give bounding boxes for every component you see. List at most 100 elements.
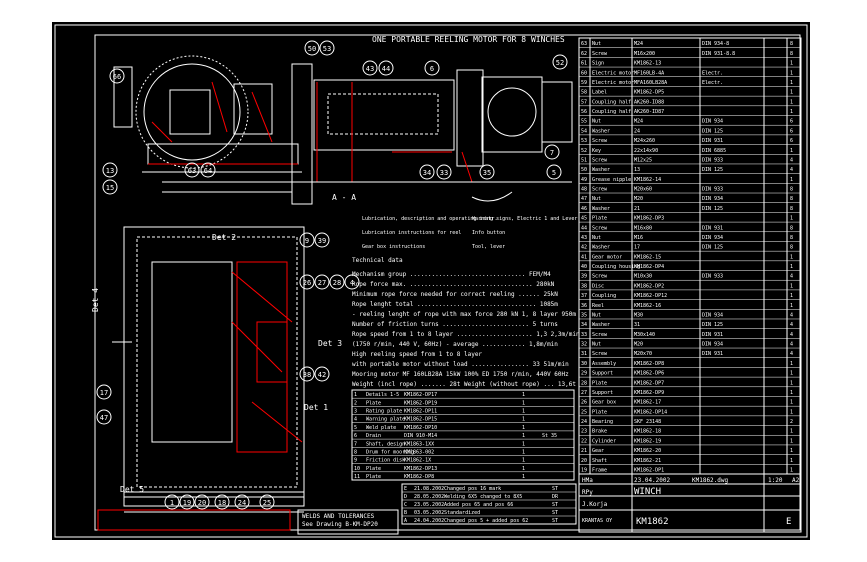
bom-right-cell: Key — [592, 148, 601, 154]
bom-right-cell: 23 — [581, 429, 587, 435]
base-frame — [147, 143, 299, 165]
drawing-sheet: 50 53 43 44 6 52 66 7 5 13 15 63 64 34 3… — [52, 22, 810, 540]
bom-lower-cell: KM1862-DP10 — [404, 425, 437, 431]
bom-lower-cell: KM1862-1X — [404, 458, 431, 464]
det1-label: Det 1 — [304, 403, 328, 412]
bom-right-cell: Plate — [592, 409, 607, 415]
balloon-34-label: 34 — [423, 169, 431, 177]
bom-lower-cell: Weld plate — [366, 425, 396, 431]
bom-right-cell: Label — [592, 90, 607, 96]
balloon-6: 6 — [424, 60, 440, 76]
bom-lower-cell: 1 — [522, 409, 525, 415]
bom-right-cell: Nut — [592, 235, 601, 241]
revision-cell: 24.04.2002 — [414, 518, 444, 524]
balloon-13-label: 13 — [106, 167, 114, 175]
bom-right-cell: Screw — [592, 225, 608, 231]
bom-right-cell: M24 — [634, 119, 643, 125]
bom-right-cell: 19 — [581, 468, 587, 474]
bom-lower-cell: 10 — [354, 466, 360, 472]
bom-right-cell: 4 — [790, 157, 793, 163]
bom-right-cell: KM1862-16 — [634, 303, 661, 309]
bom-right-cell: M20x70 — [634, 351, 652, 357]
balloon-7-label: 7 — [550, 149, 554, 157]
balloon-9-label: 9 — [305, 237, 309, 245]
bom-right-cell: DIN 125 — [702, 167, 723, 173]
bom-right-cell: 4 — [790, 342, 793, 348]
bom-lower-cell: Warning plate — [366, 417, 405, 423]
bom-right-cell: Plate — [592, 216, 607, 222]
bom-right-cell: Frame — [592, 468, 607, 474]
bom-lower-cell: KM1863-002 — [404, 449, 434, 455]
tech-line-3: Rope lenght total ......................… — [352, 301, 558, 308]
gear-outline — [135, 55, 249, 169]
bom-right-cell: 1 — [790, 80, 793, 86]
bom-right-cell: Sign — [592, 61, 604, 67]
drum-inner — [327, 93, 439, 135]
balloon-63-label: 63 — [188, 167, 196, 175]
bom-right-cell: Screw — [592, 274, 608, 280]
bom-right-cell: 46 — [581, 206, 587, 212]
bom-right-cell: Washer — [592, 206, 610, 212]
bom-right-cell: M16x200 — [634, 51, 655, 57]
bom-right-cell: Electric motor — [592, 70, 634, 76]
bom-right-cell: KM1862-20 — [634, 448, 661, 454]
bom-right-cell: 31 — [581, 351, 587, 357]
bom-right-cell: AK260-ID88 — [634, 99, 664, 105]
section-plate — [291, 63, 313, 205]
bom-right-cell: 37 — [581, 293, 587, 299]
bom-right-cell: 1 — [790, 400, 793, 406]
bom-right-cell: 1 — [790, 90, 793, 96]
balloon-13: 13 — [102, 162, 118, 178]
bom-lower-cell: 3 — [354, 409, 357, 415]
title-block: HMa 23.04.2002 KM1862.dwg 1:20 A2 RPy WI… — [578, 473, 802, 533]
bom-right-cell: DIN 931 — [702, 351, 723, 357]
bom-right-cell: 22x14x90 — [634, 148, 658, 154]
tb-scale: 1:20 — [768, 477, 783, 484]
revision-cell: DR — [552, 494, 559, 500]
revision-cell: ST — [552, 518, 558, 524]
balloon-47-label: 47 — [100, 414, 108, 422]
bom-right-cell: KM1862-15 — [634, 254, 661, 260]
bom-right-cell: 4 — [790, 274, 793, 280]
reel-gear — [487, 87, 537, 137]
bom-right-cell: 1 — [790, 264, 793, 270]
front-frame — [123, 226, 305, 498]
bom-lower-cell: DIN 910-M14 — [404, 433, 437, 439]
det3-label: Det 3 — [318, 339, 342, 348]
bom-right-cell: 39 — [581, 274, 587, 280]
bom-right-cell: 41 — [581, 254, 587, 260]
balloon-42-label: 42 — [318, 371, 326, 379]
tb-company: KRANTAS OY — [582, 518, 612, 524]
bom-lower-cell: St 35 — [542, 433, 557, 439]
front-drum — [151, 261, 233, 443]
balloon-1-label: 1 — [170, 499, 174, 507]
technical-data: Technical data Mechanism group .........… — [352, 257, 580, 388]
bom-right-cell: Nut — [592, 312, 601, 318]
tech-line-10: Mooring motor MF 160LB28A 15kW 100% ED 1… — [352, 371, 569, 378]
flange-right — [456, 69, 484, 167]
bom-right-cell: 30 — [581, 361, 587, 367]
tech-line-7: (1750 r/min, 440 V, 60Hz) - average ....… — [352, 341, 558, 348]
bom-right-cell: Washer — [592, 322, 610, 328]
bom-right-cell: 4 — [790, 167, 793, 173]
welds-title: WELDS AND TOLERANCES — [302, 513, 375, 520]
bom-lower-cell: 1 — [522, 392, 525, 398]
balloon-35: 35 — [479, 164, 495, 180]
bom-right-cell: DIN 125 — [702, 245, 723, 251]
balloon-33-label: 33 — [440, 169, 448, 177]
balloon-28-label: 28 — [333, 279, 341, 287]
section-label: A - A — [332, 193, 356, 202]
bom-right-cell: Bearing — [592, 419, 613, 425]
bom-right-cell: 1 — [790, 380, 793, 386]
bom-lower-cell: 8 — [354, 449, 357, 455]
bom-right-cell: 4 — [790, 351, 793, 357]
bom-right-cell: 1 — [790, 409, 793, 415]
bom-right-cell: DIN 125 — [702, 206, 723, 212]
red-notes-box — [97, 509, 291, 531]
bom-right-cell: 35 — [581, 312, 587, 318]
bom-right-cell: AK260-ID87 — [634, 109, 664, 115]
bom-right-cell: 60 — [581, 70, 587, 76]
balloon-34: 34 — [419, 164, 435, 180]
bom-right-cell: 8 — [790, 187, 793, 193]
bom-right-cell: KM1862-DP4 — [634, 264, 664, 270]
